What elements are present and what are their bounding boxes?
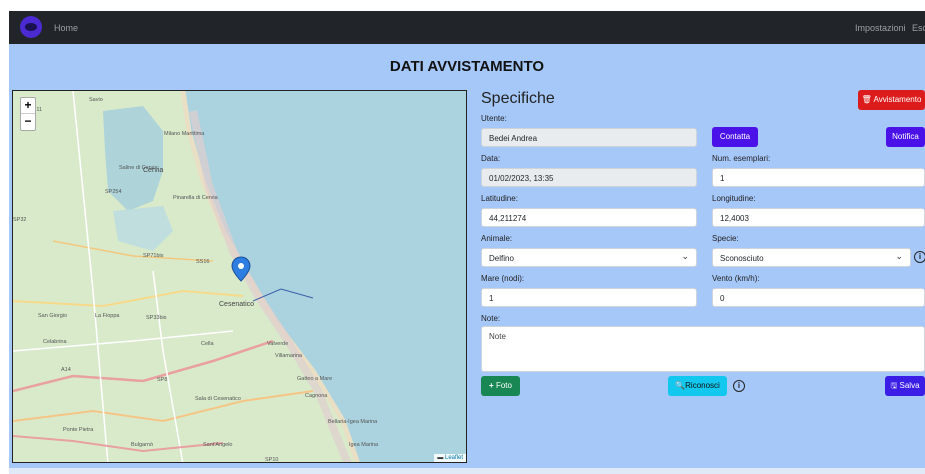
main-content: DATI AVVISTAMENTO Savio Milano Marittima — [9, 44, 925, 468]
map-label: Sant'Angelo — [203, 442, 233, 448]
num-field[interactable]: 1 — [712, 168, 925, 187]
utente-field: Bedei Andrea — [481, 128, 697, 147]
note-textarea[interactable]: Note — [481, 326, 925, 372]
map-label: Cesenatico — [219, 301, 255, 308]
map-attribution[interactable]: ▬ Leaflet — [434, 454, 466, 462]
map-label: Bulgarnò — [131, 442, 154, 448]
photo-button-label: Foto — [495, 381, 512, 390]
lat-label: Latitudine: — [481, 194, 518, 203]
map-label: SP10 — [265, 457, 279, 463]
map-label: La Fioppa — [95, 313, 120, 319]
map-zoom-control: + − — [20, 97, 36, 131]
lon-field[interactable]: 12,4003 — [712, 208, 925, 227]
map-label: Savio — [89, 97, 103, 103]
specie-value: Sconosciuto — [720, 254, 764, 263]
animale-value: Delfino — [489, 254, 514, 263]
fish-logo-icon[interactable] — [20, 16, 42, 38]
data-field: 01/02/2023, 13:35 — [481, 168, 697, 187]
map[interactable]: Savio Milano Marittima Cervia Saline di … — [12, 90, 467, 463]
map-label: Cagnona — [305, 393, 328, 399]
note-label: Note: — [481, 314, 501, 323]
map-label: Villamarina — [275, 353, 303, 359]
map-label: Sala di Cesenatico — [195, 396, 241, 402]
vento-field[interactable]: 0 — [712, 288, 925, 307]
map-label: Valverde — [267, 341, 289, 347]
mare-label: Mare (nodi): — [481, 274, 525, 283]
map-label: Saline di Cervia — [119, 165, 158, 171]
utente-label: Utente: — [481, 114, 507, 123]
specie-label: Specie: — [712, 234, 739, 243]
search-icon: 🔍 — [675, 381, 686, 390]
map-label: Bellaria-Igea Marina — [328, 419, 378, 425]
map-label: SP71bis — [143, 253, 164, 259]
recognize-button-label: Riconosci — [685, 381, 720, 390]
delete-sighting-button[interactable]: 🗑 Avvistamento — [858, 90, 925, 110]
map-label: Pinarella di Cervia — [173, 195, 218, 201]
zoom-out-button[interactable]: − — [21, 114, 35, 130]
animale-select[interactable]: Delfino — [481, 248, 697, 267]
nav-settings-link[interactable]: Impostazioni — [855, 23, 906, 33]
map-label: San Giorgio — [38, 313, 68, 319]
map-label: Gatteo a Mare — [297, 376, 333, 382]
map-label: SP32 — [13, 217, 27, 223]
nav-exit-link[interactable]: Esc — [912, 23, 925, 33]
add-photo-button[interactable]: + Foto — [481, 376, 520, 396]
map-label: Ponte Pietra — [63, 427, 94, 433]
map-label: SP33bis — [146, 315, 167, 321]
map-tiles — [13, 91, 466, 462]
specie-info-icon[interactable]: i — [914, 251, 925, 263]
floppy-disk-icon: 🖫 — [890, 381, 898, 390]
attribution-link[interactable]: Leaflet — [445, 455, 463, 461]
contact-button[interactable]: Contatta — [712, 127, 758, 147]
data-label: Data: — [481, 154, 501, 163]
map-label: SP254 — [105, 189, 122, 195]
map-label: SS16 — [196, 259, 210, 265]
trash-icon: 🗑 — [861, 95, 872, 104]
specie-select[interactable]: Sconosciuto — [712, 248, 911, 267]
plus-icon: + — [489, 381, 494, 390]
map-label: Celabrina — [43, 339, 67, 345]
animale-label: Animale: — [481, 234, 513, 243]
save-button-label: Salva — [899, 381, 920, 390]
delete-button-label: Avvistamento — [873, 95, 922, 104]
mare-field[interactable]: 1 — [481, 288, 697, 307]
num-label: Num. esemplari: — [712, 154, 771, 163]
page-title: DATI AVVISTAMENTO — [389, 58, 545, 75]
map-label: Milano Marittima — [164, 131, 205, 137]
lat-field[interactable]: 44,211274 — [481, 208, 697, 227]
navbar: Home Impostazioni Esc — [9, 11, 925, 44]
sighting-form: Specifiche 🗑 Avvistamento Utente: Bedei … — [481, 90, 925, 460]
page-bottom-strip — [9, 468, 925, 474]
zoom-in-button[interactable]: + — [21, 98, 35, 114]
map-label: A14 — [61, 367, 71, 373]
notify-button[interactable]: Notifica — [886, 127, 925, 147]
nav-home-link[interactable]: Home — [54, 23, 78, 33]
vento-label: Vento (km/h): — [712, 274, 760, 283]
recognize-info-icon[interactable]: i — [733, 380, 745, 392]
lon-label: Longitudine: — [712, 194, 756, 203]
form-title: Specifiche — [481, 90, 555, 107]
map-label: Cella — [201, 341, 214, 347]
recognize-button[interactable]: 🔍Riconosci — [668, 376, 727, 396]
map-label: Igea Marina — [349, 442, 379, 448]
map-label: SP8 — [157, 377, 168, 383]
save-button[interactable]: 🖫 Salva — [885, 376, 925, 396]
